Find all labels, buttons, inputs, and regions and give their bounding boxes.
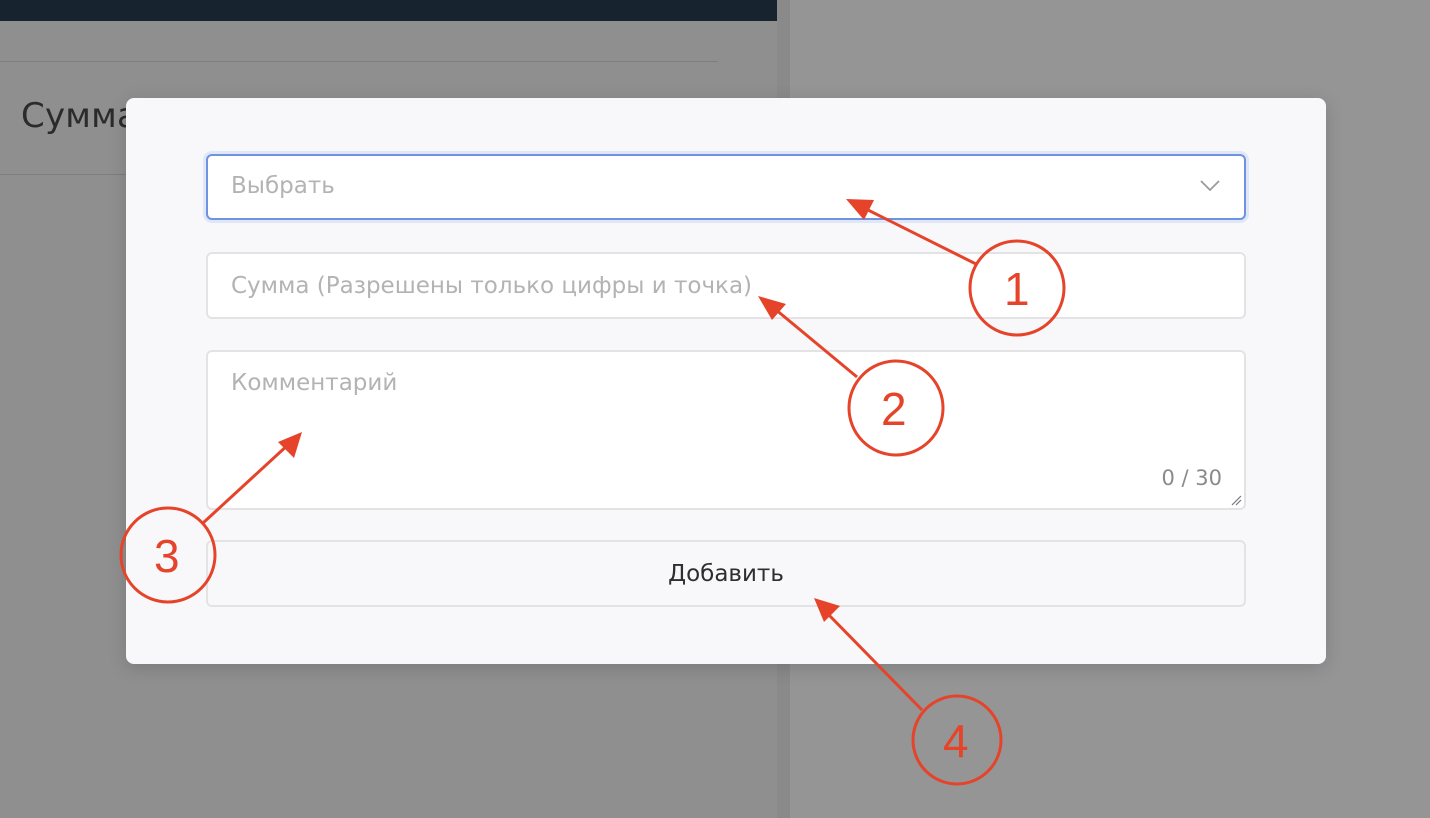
category-select[interactable]: Выбрать xyxy=(206,154,1246,220)
amount-input[interactable] xyxy=(208,254,1244,317)
background-top-bar xyxy=(0,0,777,21)
comment-field-wrapper: 0 / 30 xyxy=(206,350,1246,510)
add-entry-modal: Выбрать 0 / 30 Добавить xyxy=(126,98,1326,664)
comment-char-counter: 0 / 30 xyxy=(1161,466,1222,490)
background-heading: Сумма xyxy=(21,96,138,136)
category-select-placeholder: Выбрать xyxy=(231,173,335,199)
comment-textarea[interactable] xyxy=(208,352,1244,508)
chevron-down-icon xyxy=(1200,180,1220,192)
background-divider xyxy=(0,61,718,62)
add-button[interactable]: Добавить xyxy=(206,540,1246,607)
resize-handle-icon[interactable] xyxy=(1230,494,1242,506)
amount-field-wrapper xyxy=(206,252,1246,319)
